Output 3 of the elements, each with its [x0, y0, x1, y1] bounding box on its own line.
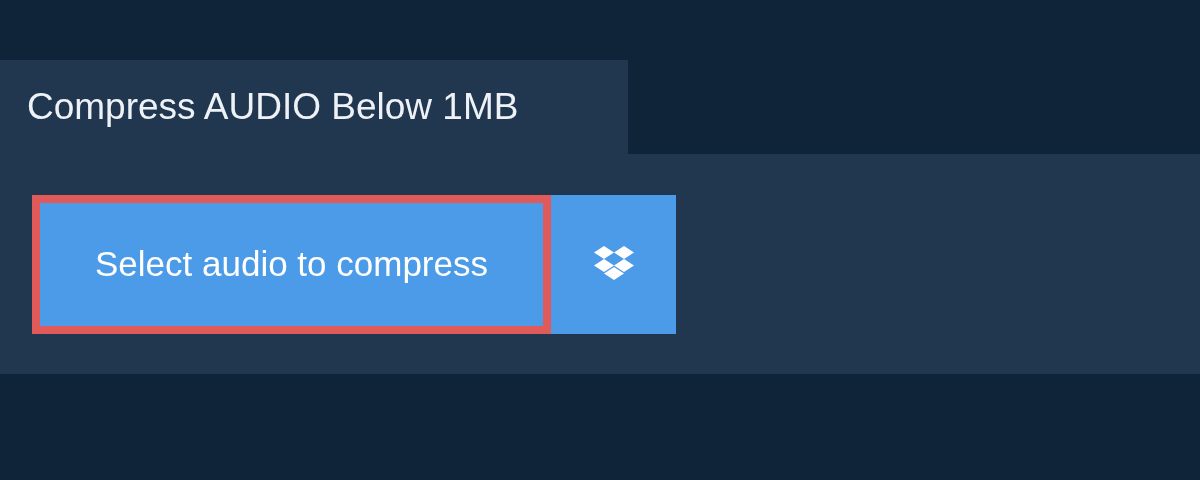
dropbox-icon — [593, 246, 634, 282]
dropbox-button[interactable] — [551, 194, 676, 334]
tab[interactable]: Compress AUDIO Below 1MB — [0, 60, 628, 154]
